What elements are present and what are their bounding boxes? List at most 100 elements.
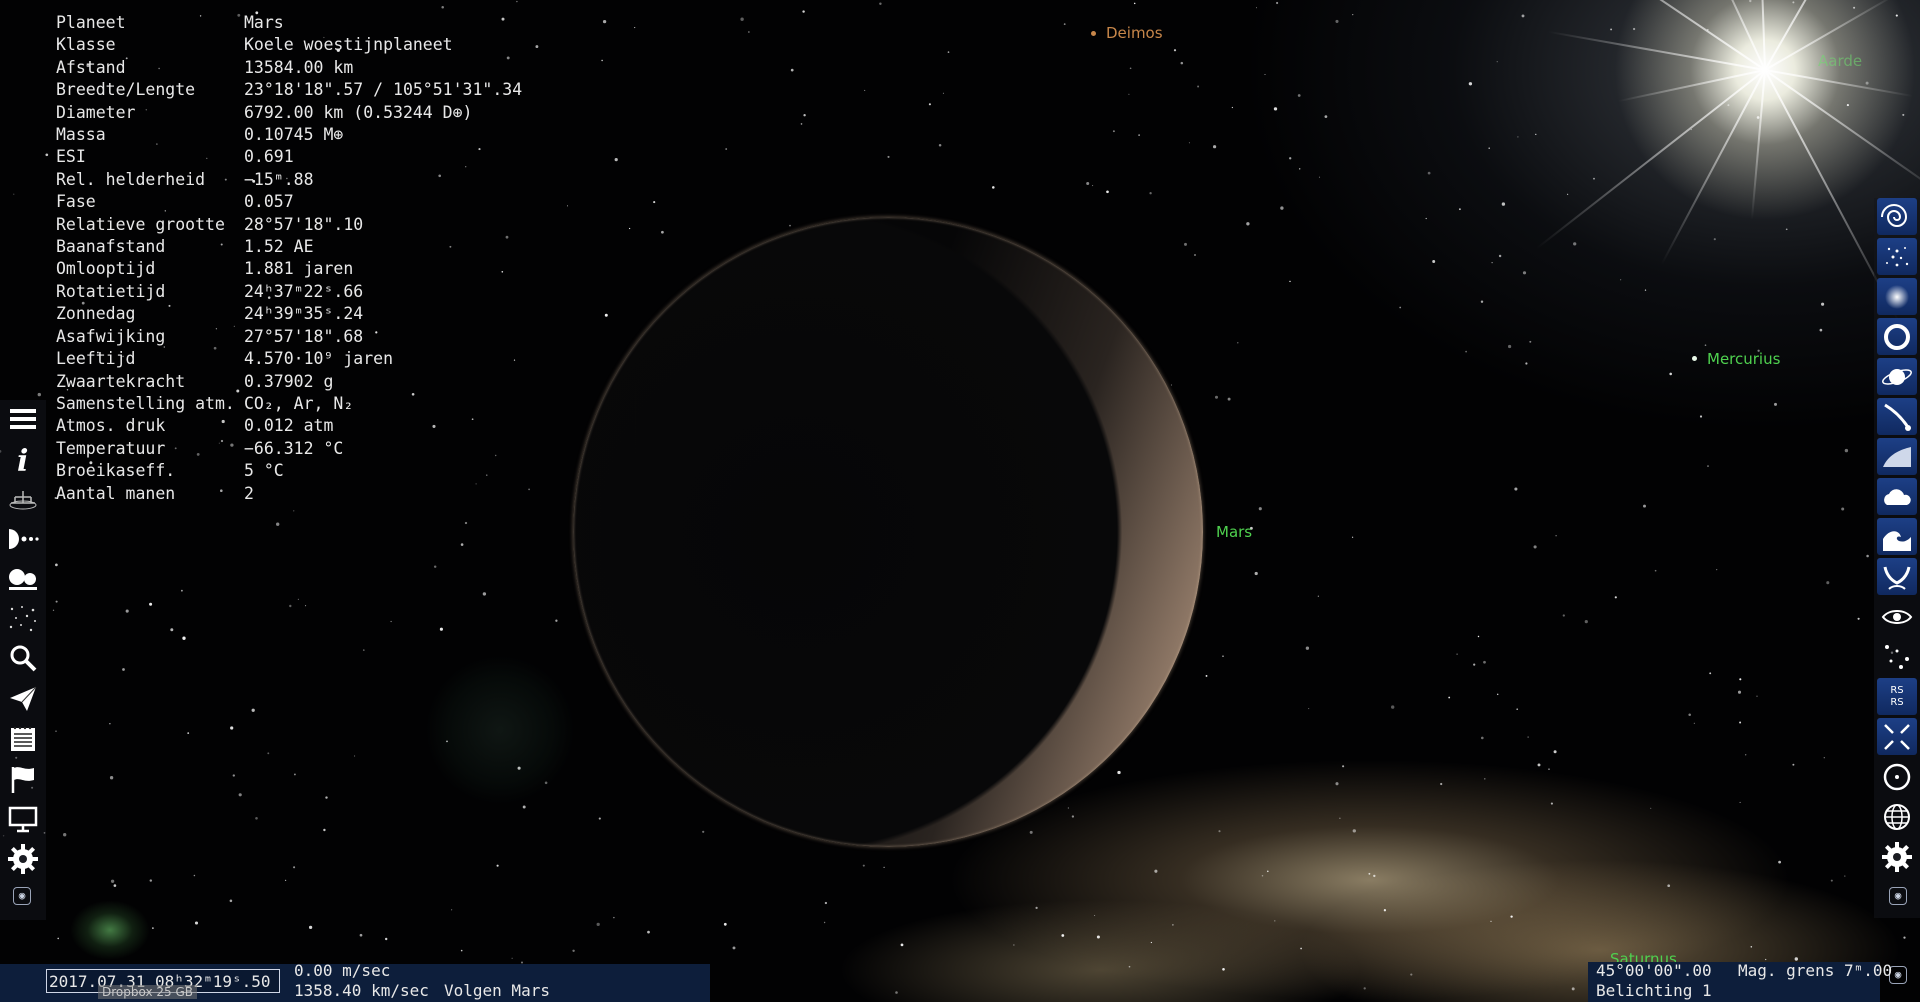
info-value: 0.10745 M⊕: [244, 125, 344, 145]
star: [614, 158, 618, 162]
info-key: Diameter: [56, 102, 136, 122]
tree-map-icon[interactable]: [3, 480, 43, 517]
star-clusters-icon[interactable]: [1877, 238, 1917, 275]
star: [1774, 402, 1777, 406]
info-icon[interactable]: i: [3, 440, 43, 477]
star: [125, 609, 129, 613]
star: [1667, 884, 1671, 888]
left-collapse-icon[interactable]: ◉: [13, 887, 31, 905]
stars-icon[interactable]: [1877, 638, 1917, 675]
star: [194, 921, 199, 925]
star: [230, 726, 234, 730]
aurora-icon[interactable]: [1877, 558, 1917, 595]
clouds-icon[interactable]: [1877, 478, 1917, 515]
flag-icon[interactable]: [3, 760, 43, 797]
star: [460, 543, 464, 546]
eye-icon[interactable]: [1877, 598, 1917, 635]
compare-icon[interactable]: [3, 560, 43, 597]
star: [1750, 946, 1753, 948]
right-settings-icon[interactable]: [1877, 838, 1917, 875]
rs-toggle[interactable]: RS RS: [1877, 678, 1917, 715]
info-key: Rotatietijd: [56, 281, 166, 301]
deimos-label[interactable]: Deimos: [1106, 24, 1163, 42]
info-value: 23°18'18".57 / 105°51'31".34: [244, 80, 523, 100]
star: [1352, 829, 1356, 833]
star: [308, 925, 313, 930]
star: [823, 921, 826, 924]
info-row: Leeftijd 4.570·10⁹ jaren: [56, 348, 522, 370]
star: [1778, 860, 1781, 864]
exposure-readout[interactable]: Belichting 1: [1596, 981, 1712, 1000]
comets-icon[interactable]: [1877, 398, 1917, 435]
info-value: 24ʰ37ᵐ22ˢ.66: [244, 281, 364, 301]
star: [1490, 920, 1492, 922]
planets-icon[interactable]: [1877, 358, 1917, 395]
star: [1465, 350, 1467, 353]
water-icon[interactable]: [1877, 518, 1917, 555]
menu-icon[interactable]: [3, 400, 43, 437]
info-value: 27°57'18".68: [244, 326, 364, 346]
settings-icon[interactable]: [3, 840, 43, 877]
mercurius-marker[interactable]: [1692, 356, 1697, 361]
star: [1154, 869, 1158, 873]
star: [1351, 536, 1354, 538]
aarde-label[interactable]: Aarde: [1818, 52, 1862, 70]
star: [1222, 967, 1225, 971]
info-key: Klasse: [56, 35, 116, 55]
star: [13, 193, 15, 195]
galaxies-icon[interactable]: [1877, 198, 1917, 235]
fov-readout[interactable]: 45°00'00".00: [1596, 961, 1712, 980]
star: [1902, 113, 1905, 116]
info-row: Breedte/Lengte 23°18'18".57 / 105°51'31".…: [56, 79, 522, 101]
display-icon[interactable]: [3, 800, 43, 837]
mars-label[interactable]: Mars: [1216, 523, 1252, 541]
star-field-icon[interactable]: [3, 600, 43, 637]
star: [182, 636, 186, 640]
deimos-marker[interactable]: [1091, 31, 1096, 36]
info-row: Massa 0.10745 M⊕: [56, 124, 522, 146]
star: [725, 148, 728, 150]
rings-icon[interactable]: [1877, 318, 1917, 355]
star: [634, 27, 636, 29]
star: [572, 949, 575, 953]
mercurius-label[interactable]: Mercurius: [1707, 350, 1780, 368]
grid-globe-icon[interactable]: [1877, 798, 1917, 835]
info-key: Zonnedag: [56, 304, 136, 324]
star: [1826, 581, 1830, 585]
info-row: Fase 0.057: [56, 191, 522, 213]
star: [748, 31, 750, 33]
solar-system-icon[interactable]: [3, 520, 43, 557]
star: [1496, 693, 1499, 696]
info-key: Massa: [56, 125, 106, 145]
info-key: Atmos. druk: [56, 416, 166, 436]
star: [1383, 909, 1387, 912]
star: [293, 510, 295, 512]
nebulae-icon[interactable]: [1877, 278, 1917, 315]
right-collapse-icon[interactable]: ◉: [1889, 887, 1907, 905]
star: [1525, 362, 1528, 365]
star: [45, 153, 49, 157]
star: [1821, 302, 1825, 306]
planet-mars[interactable]: [573, 217, 1203, 847]
star: [1150, 941, 1153, 944]
atmosphere-icon[interactable]: [1877, 438, 1917, 475]
info-row: Omlooptijd 1.881 jaren: [56, 258, 522, 280]
speed-readout: 0.00 m/sec: [294, 961, 391, 980]
fullscreen-icon[interactable]: [1877, 718, 1917, 755]
search-icon[interactable]: [3, 640, 43, 677]
center-icon[interactable]: [1877, 758, 1917, 795]
star: [942, 92, 944, 94]
star: [289, 604, 292, 608]
star: [1739, 801, 1741, 803]
travel-icon[interactable]: [3, 680, 43, 717]
star: [297, 598, 300, 601]
star: [390, 620, 392, 623]
star: [947, 51, 950, 53]
log-icon[interactable]: [3, 720, 43, 757]
mag-limit-readout[interactable]: Mag. grens 7ᵐ.00: [1738, 961, 1892, 980]
star: [566, 205, 569, 207]
follow-mode[interactable]: Volgen Mars: [444, 981, 550, 1000]
star: [661, 230, 664, 234]
star: [1172, 924, 1174, 926]
star: [1844, 448, 1849, 453]
